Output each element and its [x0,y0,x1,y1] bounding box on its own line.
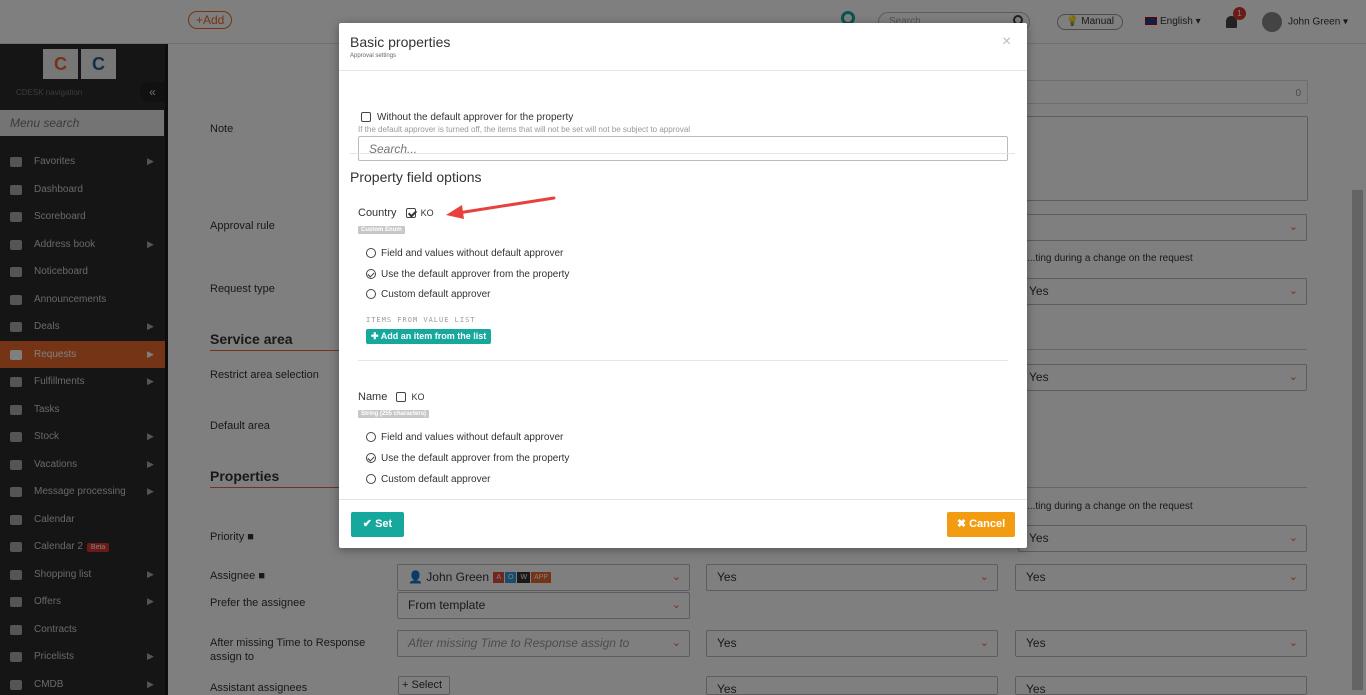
basic-properties-modal: Basic properties Approval settings × Wit… [339,23,1027,548]
name-option-default-approver[interactable]: Use the default approver from the proper… [366,453,569,464]
name-option-no-approver-radio[interactable] [366,432,376,443]
country-property-title: Country KO [358,207,434,219]
modal-divider [350,153,1015,154]
name-property-code: KO [411,392,425,402]
items-from-value-list-label: ITEMS FROM VALUE LIST [366,316,476,324]
property-divider [358,360,1008,361]
without-default-approver-hint: If the default approver is turned off, t… [358,125,691,134]
property-field-options-heading: Property field options [350,169,482,185]
annotation-arrow-icon [446,196,556,219]
modal-footer: ✔ Set ✖ Cancel [339,499,1027,548]
modal-header: Basic properties Approval settings × [339,23,1027,71]
add-item-from-list-button[interactable]: ✚ Add an item from the list [366,329,492,344]
country-option-custom-approver-label: Custom default approver [381,289,491,300]
country-option-no-approver[interactable]: Field and values without default approve… [366,248,563,259]
name-option-custom-approver[interactable]: Custom default approver [366,474,491,485]
country-option-default-approver-radio[interactable] [366,269,376,280]
country-option-no-approver-label: Field and values without default approve… [381,248,564,259]
name-property-type-badge: String (255 characters) [358,410,430,418]
country-property-type-badge: Custom Enum [358,226,405,234]
country-property-name: Country [358,207,397,219]
name-option-custom-approver-radio[interactable] [366,474,376,485]
modal-title: Basic properties [350,34,451,50]
name-option-no-approver-label: Field and values without default approve… [381,432,564,443]
name-option-default-approver-radio[interactable] [366,453,376,464]
without-default-approver-label: Without the default approver for the pro… [377,112,574,123]
property-search-input[interactable] [358,136,1008,161]
name-property-name: Name [358,391,388,403]
country-option-no-approver-radio[interactable] [366,248,376,259]
country-property-code: KO [420,208,434,218]
name-option-default-approver-label: Use the default approver from the proper… [381,453,570,464]
country-option-custom-approver-radio[interactable] [366,289,376,300]
country-option-default-approver-label: Use the default approver from the proper… [381,269,570,280]
country-property-checkbox[interactable] [405,208,416,219]
set-button[interactable]: ✔ Set [351,512,404,537]
name-option-custom-approver-label: Custom default approver [381,474,491,485]
country-option-default-approver[interactable]: Use the default approver from the proper… [366,269,569,280]
annotation-arrow-head [446,205,464,219]
name-option-no-approver[interactable]: Field and values without default approve… [366,432,563,443]
close-icon[interactable]: × [1002,33,1011,51]
modal-subtitle: Approval settings [350,53,397,59]
annotation-arrow-shaft [456,196,556,215]
modal-body: Without the default approver for the pro… [339,71,1027,499]
cancel-button[interactable]: ✖ Cancel [947,512,1015,537]
without-default-approver-option[interactable]: Without the default approver for the pro… [361,112,573,123]
name-property-title: Name KO [358,391,424,403]
country-option-custom-approver[interactable]: Custom default approver [366,289,491,300]
without-default-approver-checkbox[interactable] [361,112,371,123]
name-property-checkbox[interactable] [396,392,407,403]
